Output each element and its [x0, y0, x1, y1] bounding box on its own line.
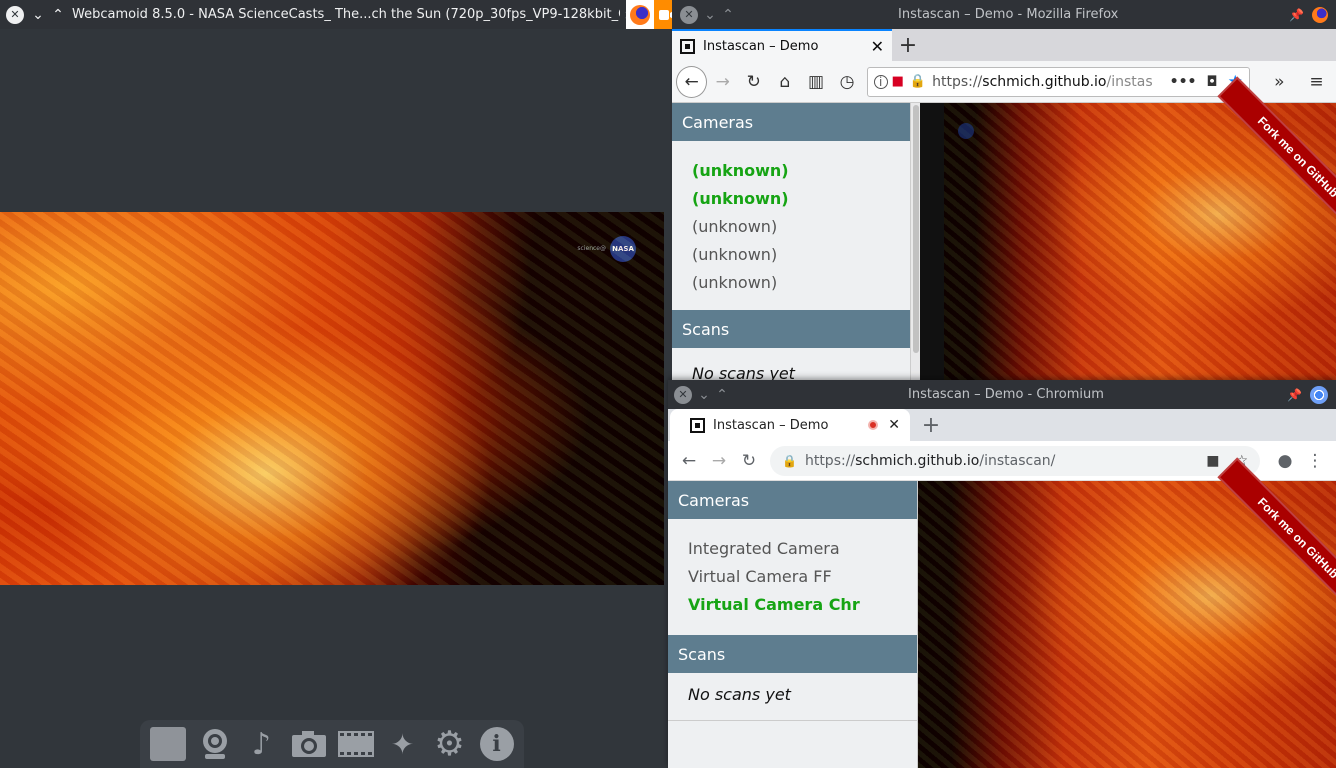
url-bar[interactable]: 🔒 https://schmich.github.io/instascan/ ■…: [770, 445, 1260, 476]
tab-title: Instascan – Demo: [713, 417, 829, 433]
video-preview: science@ NASA: [0, 212, 664, 585]
history-icon[interactable]: ◷: [832, 66, 863, 98]
chevron-down-icon[interactable]: ⌄: [696, 386, 712, 404]
url-path: /instas: [1106, 73, 1153, 90]
kebab-menu-icon[interactable]: ⋮: [1300, 446, 1330, 476]
close-tab-icon[interactable]: ✕: [871, 37, 884, 56]
firefox-logo-icon: [1312, 6, 1328, 23]
page-actions-icon[interactable]: •••: [1170, 74, 1197, 90]
instascan-favicon-icon: [680, 38, 695, 54]
chevron-up-icon[interactable]: ⌃: [720, 6, 736, 24]
close-icon[interactable]: ✕: [680, 5, 698, 24]
home-button[interactable]: ⌂: [769, 66, 800, 98]
chevron-up-icon[interactable]: ⌃: [50, 6, 66, 24]
camera-item[interactable]: (unknown): [692, 185, 890, 213]
no-scans-text: No scans yet: [692, 364, 795, 380]
chromium-titlebar[interactable]: ✕ ⌄ ⌃ Instascan – Demo - Chromium 📌: [668, 380, 1336, 409]
nasa-logo: NASA: [610, 236, 636, 262]
pin-icon[interactable]: 📌: [1289, 8, 1304, 22]
chromium-window: ✕ ⌄ ⌃ Instascan – Demo - Chromium 📌 Inst…: [668, 380, 1336, 768]
camera-item[interactable]: Virtual Camera Chr: [688, 591, 897, 619]
window-title: Webcamoid 8.5.0 - NASA ScienceCasts_ The…: [72, 7, 620, 22]
firefox-logo-icon: [630, 4, 650, 25]
chromium-logo-icon: [1310, 385, 1328, 404]
forward-button[interactable]: →: [707, 66, 738, 98]
webcamoid-window: ✕ ⌄ ⌃ Webcamoid 8.5.0 - NASA ScienceCast…: [0, 0, 680, 768]
tab-title: Instascan – Demo: [703, 38, 819, 54]
pin-icon[interactable]: 📌: [1287, 388, 1302, 402]
gear-icon[interactable]: ⚙: [431, 724, 469, 764]
forward-button[interactable]: →: [704, 446, 734, 476]
taskbar-firefox[interactable]: [626, 0, 654, 29]
close-icon[interactable]: ✕: [674, 385, 692, 404]
camera-item[interactable]: (unknown): [692, 213, 890, 241]
hamburger-menu-icon[interactable]: ≡: [1301, 66, 1332, 98]
firefox-window: ✕ ⌄ ⌃ Instascan – Demo - Mozilla Firefox…: [672, 0, 1336, 380]
close-tab-icon[interactable]: ✕: [888, 417, 900, 433]
nasa-logo: [958, 123, 974, 139]
webcam-icon[interactable]: [196, 725, 234, 763]
url-bar[interactable]: i ■ 🔒 https://schmich.github.io/instas •…: [866, 66, 1250, 97]
pocket-icon[interactable]: ◘: [1207, 74, 1218, 90]
cameras-header: Cameras: [672, 103, 910, 141]
chevron-down-icon[interactable]: ⌄: [702, 6, 718, 24]
camera-icon[interactable]: [290, 725, 328, 763]
firefox-titlebar[interactable]: ✕ ⌄ ⌃ Instascan – Demo - Mozilla Firefox…: [672, 0, 1336, 29]
tab-instascan[interactable]: Instascan – Demo ✕: [672, 29, 892, 61]
webcamoid-titlebar[interactable]: ✕ ⌄ ⌃ Webcamoid 8.5.0 - NASA ScienceCast…: [0, 0, 670, 29]
reload-button[interactable]: ↻: [734, 446, 764, 476]
overflow-chevron-icon[interactable]: »: [1264, 66, 1295, 98]
recording-indicator-icon: [868, 420, 879, 430]
window-title: Instascan – Demo - Chromium: [908, 387, 1104, 402]
tab-instascan[interactable]: Instascan – Demo ✕: [670, 409, 910, 441]
film-strip-icon[interactable]: [337, 725, 375, 763]
camera-item[interactable]: (unknown): [692, 157, 890, 185]
url-prefix: https://: [804, 452, 856, 469]
webcamoid-toolbar: ♪ ✦ ⚙ i: [140, 720, 524, 768]
camera-item[interactable]: (unknown): [692, 269, 890, 297]
no-scans-text: No scans yet: [668, 673, 917, 721]
lock-icon[interactable]: 🔒: [910, 74, 926, 89]
back-button[interactable]: ←: [676, 65, 708, 98]
camera-permission-icon[interactable]: ■: [1206, 453, 1219, 469]
url-path: /instascan/: [979, 452, 1056, 469]
new-tab-button[interactable]: +: [916, 409, 946, 441]
camera-item[interactable]: (unknown): [692, 241, 890, 269]
lock-icon[interactable]: 🔒: [782, 454, 797, 468]
magic-wand-icon[interactable]: ✦: [384, 725, 422, 763]
page-gap: [920, 103, 944, 380]
url-host: schmich.github.io: [855, 452, 980, 469]
chevron-up-icon[interactable]: ⌃: [714, 386, 730, 404]
scans-header: Scans: [668, 635, 917, 673]
url-host: schmich.github.io: [982, 73, 1107, 90]
reader-view-icon[interactable]: ▥: [800, 66, 831, 98]
stop-square-icon[interactable]: [149, 725, 187, 763]
profile-avatar-icon[interactable]: ●: [1270, 446, 1300, 476]
tab-strip: Instascan – Demo ✕ +: [672, 29, 1336, 61]
back-button[interactable]: ←: [674, 446, 704, 476]
cameras-header: Cameras: [668, 481, 917, 519]
camera-item[interactable]: Integrated Camera: [688, 535, 897, 563]
camera-list: (unknown) (unknown) (unknown) (unknown) …: [672, 141, 910, 309]
camera-item[interactable]: Virtual Camera FF: [688, 563, 897, 591]
close-icon[interactable]: ✕: [6, 5, 24, 24]
watermark-text: science@: [577, 245, 606, 252]
window-title: Instascan – Demo - Mozilla Firefox: [898, 7, 1119, 22]
reload-button[interactable]: ↻: [738, 66, 769, 98]
camera-permission-icon[interactable]: ■: [892, 74, 904, 89]
firefox-sidebar: Cameras (unknown) (unknown) (unknown) (u…: [672, 103, 910, 380]
url-prefix: https://: [932, 73, 983, 90]
new-tab-button[interactable]: +: [892, 29, 924, 61]
chevron-down-icon[interactable]: ⌄: [30, 6, 46, 24]
instascan-favicon-icon: [690, 417, 705, 433]
info-icon[interactable]: i: [873, 74, 888, 89]
music-note-icon[interactable]: ♪: [243, 725, 281, 763]
chromium-sidebar: Cameras Integrated Camera Virtual Camera…: [668, 481, 918, 768]
info-icon[interactable]: i: [478, 725, 516, 763]
tab-strip: Instascan – Demo ✕ +: [668, 409, 1336, 441]
sidebar-scrollbar[interactable]: [910, 103, 920, 380]
camera-list: Integrated Camera Virtual Camera FF Virt…: [668, 519, 917, 631]
scans-header: Scans: [672, 310, 910, 348]
